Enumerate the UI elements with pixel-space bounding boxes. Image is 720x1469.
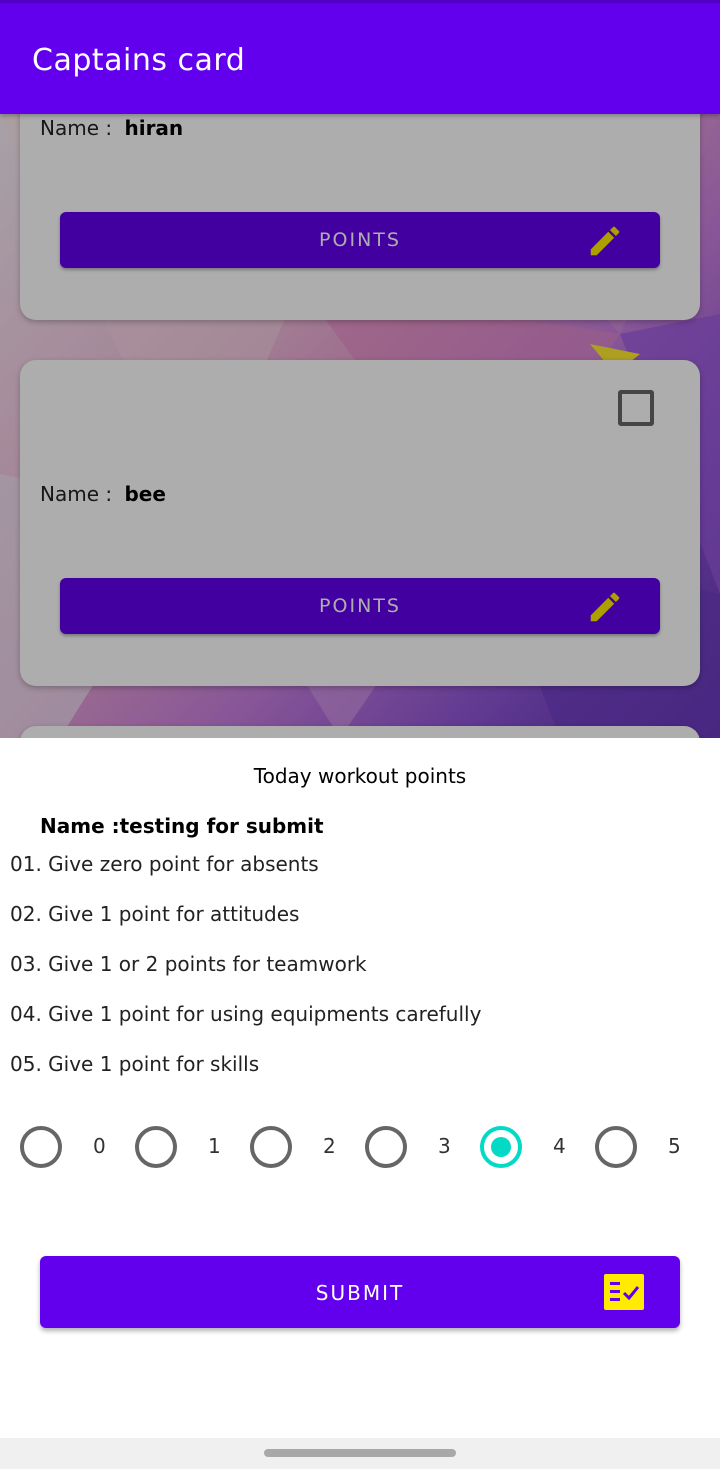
radio-button[interactable] [595,1126,637,1168]
submit-button-label: SUBMIT [315,1281,405,1305]
radio-label: 2 [323,1134,336,1158]
rule-item: 05. Give 1 point for skills [10,1052,260,1076]
radio-button-selected[interactable] [480,1126,522,1168]
app-title: Captains card [32,43,246,78]
checklist-icon [604,1274,644,1310]
radio-button[interactable] [20,1126,62,1168]
gesture-handle[interactable] [264,1449,456,1457]
radio-label: 3 [438,1134,451,1158]
radio-button[interactable] [135,1126,177,1168]
rule-item: 03. Give 1 or 2 points for teamwork [10,952,367,976]
radio-label: 5 [668,1134,681,1158]
system-nav-bar [0,1438,720,1469]
rule-item: 01. Give zero point for absents [10,852,319,876]
dialog-scrim[interactable] [0,114,720,738]
radio-label: 0 [93,1134,106,1158]
sheet-title: Today workout points [253,764,467,788]
radio-button[interactable] [250,1126,292,1168]
radio-button[interactable] [365,1126,407,1168]
radio-label: 1 [208,1134,221,1158]
app-bar: Captains card [0,0,720,114]
rule-item: 02. Give 1 point for attitudes [10,902,300,926]
rule-item: 04. Give 1 point for using equipments ca… [10,1002,482,1026]
radio-label: 4 [553,1134,566,1158]
sheet-player-name: Name :testing for submit [40,814,324,838]
submit-button[interactable]: SUBMIT [40,1256,680,1328]
points-radio-group: 0 1 2 3 4 5 [20,1124,700,1170]
workout-points-sheet: Today workout points Name :testing for s… [0,738,720,1438]
